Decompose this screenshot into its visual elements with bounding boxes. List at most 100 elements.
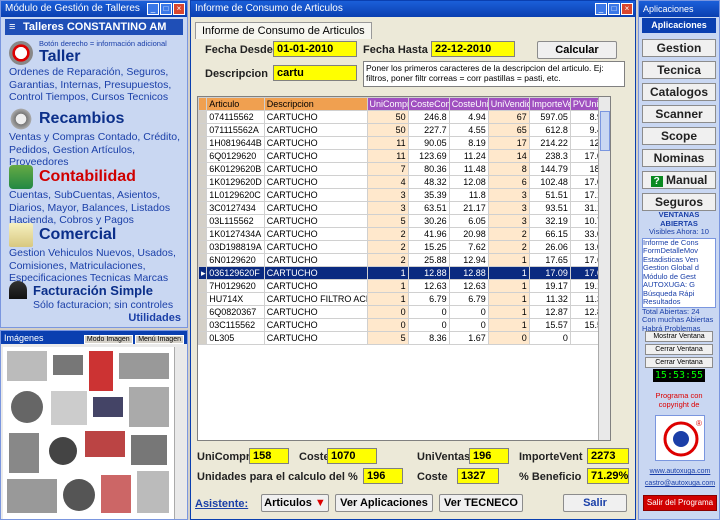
table-cell: 214.22: [528, 136, 571, 150]
table-row[interactable]: ▸ 036129620F CARTUCHO 1 12.88 12.88 1 17.09 17.0…: [198, 266, 610, 280]
section-title[interactable]: Contabilidad: [39, 168, 136, 186]
consumption-grid[interactable]: Articulo Descripcion UniCompras CosteCom…: [197, 96, 611, 441]
scope-button[interactable]: Scope: [642, 127, 716, 145]
applications-titlebar[interactable]: Aplicaciones: [639, 1, 719, 17]
row-indicator[interactable]: [198, 149, 208, 163]
minimize-icon[interactable]: _: [595, 3, 607, 15]
row-indicator[interactable]: [198, 162, 208, 176]
table-cell: 11.32: [528, 292, 571, 306]
row-indicator[interactable]: [198, 227, 208, 241]
column-header[interactable]: CosteUnid: [448, 97, 489, 111]
table-row[interactable]: 1K0129620D CARTUCHO 4 48.32 12.08 6 102.48 17.0…: [198, 175, 610, 189]
row-indicator[interactable]: [198, 279, 208, 293]
column-header[interactable]: CosteCompra: [407, 97, 450, 111]
cerrar-ventana-button-2[interactable]: Cerrar Ventana: [645, 357, 713, 368]
table-row[interactable]: 0L305CARTUCHO58.361.67000: [198, 331, 610, 345]
section-title[interactable]: Taller: [39, 48, 167, 66]
seguros-button[interactable]: Seguros: [642, 193, 716, 211]
section-title[interactable]: Comercial: [39, 226, 116, 244]
section-comercial[interactable]: Comercial Gestion Vehiculos Nuevos, Usad…: [9, 223, 181, 285]
table-row[interactable]: 7H0129620 CARTUCHO 1 12.63 12.63 1 19.17 19.17: [198, 279, 610, 293]
catalogos-button[interactable]: Catalogos: [642, 83, 716, 101]
salir-button[interactable]: Salir: [563, 494, 627, 512]
table-row[interactable]: HU714XCARTUCHO FILTRO ACEITE16.796.79111…: [198, 292, 610, 306]
row-indicator[interactable]: ▸: [198, 266, 208, 280]
row-indicator[interactable]: [198, 110, 208, 124]
close-icon[interactable]: ×: [173, 3, 185, 15]
row-indicator[interactable]: [198, 201, 208, 215]
minimize-icon[interactable]: _: [147, 3, 159, 15]
table-row[interactable]: 3C0127434 CARTUCHO 3 63.51 21.17 3 93.51 31.17: [198, 201, 610, 215]
row-indicator[interactable]: [198, 123, 208, 137]
nominas-button[interactable]: Nominas: [642, 149, 716, 167]
close-icon[interactable]: ×: [621, 3, 633, 15]
section-recambios[interactable]: Recambios Ventas y Compras Contado, Créd…: [9, 107, 181, 169]
ver-aplicaciones-button[interactable]: Ver Aplicaciones: [335, 494, 433, 512]
utilidades-link[interactable]: Utilidades: [9, 312, 181, 324]
row-indicator[interactable]: [198, 240, 208, 254]
table-row[interactable]: 071115562ACARTUCHO50227.74.5565612.89.43: [198, 123, 610, 137]
exit-program-button[interactable]: Salir del Programa: [643, 495, 717, 511]
report-window-title: Informe de Consumo de Articulos: [195, 3, 343, 14]
row-indicator[interactable]: [198, 318, 208, 332]
maximize-icon[interactable]: □: [160, 3, 172, 15]
email-link[interactable]: castro@autoxuga.com: [643, 478, 717, 490]
section-contabilidad[interactable]: Contabilidad Cuentas, SubCuentas, Asient…: [9, 165, 181, 227]
section-taller[interactable]: Botón derecho = información adicional Ta…: [9, 39, 181, 104]
section-title[interactable]: Facturación Simple: [33, 283, 153, 298]
table-row[interactable]: 03C115562 CARTUCHO 0 0 0 1 15.57 15.57: [198, 318, 610, 332]
column-header[interactable]: UniVendidas: [487, 97, 530, 111]
column-header[interactable]: Descripcion: [263, 97, 368, 111]
calcular-button[interactable]: Calcular: [537, 41, 617, 59]
table-row[interactable]: 1H0819644BCARTUCHO1190.058.1917214.2212.…: [198, 136, 610, 150]
column-header[interactable]: ImporteVent: [528, 97, 571, 111]
column-header[interactable]: Articulo: [206, 97, 265, 111]
asistente-label[interactable]: Asistente:: [195, 498, 248, 510]
table-row[interactable]: 6N0129620 CARTUCHO 2 25.88 12.94 1 17.65 17.65: [198, 253, 610, 267]
maximize-icon[interactable]: □: [608, 3, 620, 15]
section-facturacion[interactable]: Facturación Simple Sólo facturacion; sin…: [9, 281, 181, 324]
main-menu-titlebar[interactable]: Módulo de Gestión de Talleres _ □ ×: [1, 1, 187, 17]
image-menu-button[interactable]: Menú Imagen: [135, 334, 184, 344]
ver-tecneco-button[interactable]: Ver TECNECO: [439, 494, 523, 512]
images-scrollbar[interactable]: [174, 347, 186, 519]
scanner-button[interactable]: Scanner: [642, 105, 716, 123]
open-windows-list[interactable]: Informe de Cons FormDetalleMov Estadisti…: [642, 237, 716, 308]
manual-button[interactable]: ? Manual: [642, 171, 716, 189]
column-header[interactable]: UniCompras: [366, 97, 409, 111]
row-indicator[interactable]: [198, 175, 208, 189]
cerrar-ventana-button[interactable]: Cerrar Ventana: [645, 344, 713, 355]
table-row[interactable]: 6K0129620BCARTUCHO780.3611.488144.7918.1: [198, 162, 610, 176]
univentas-label: UniVentas: [417, 451, 471, 463]
table-row[interactable]: 6Q0129620 CARTUCHO 11 123.69 11.24 14 238.3 17.…: [198, 149, 610, 163]
grid-scrollbar[interactable]: [598, 97, 610, 440]
table-row[interactable]: 03L115562 CARTUCHO 5 30.26 6.05 3 32.19 10.73: [198, 214, 610, 228]
scroll-thumb[interactable]: [600, 111, 610, 151]
tab-informe[interactable]: Informe de Consumo de Articulos: [195, 22, 372, 39]
row-indicator[interactable]: [198, 292, 208, 306]
table-row[interactable]: 03D198819A CARTUCHO 2 15.25 7.62 2 26.06 13.03: [198, 240, 610, 254]
fecha-desde-input[interactable]: 01-01-2010: [273, 41, 357, 57]
row-indicator[interactable]: [198, 305, 208, 319]
fecha-hasta-input[interactable]: 22-12-2010: [431, 41, 515, 57]
mostrar-ventana-button[interactable]: Mostrar Ventana: [645, 331, 713, 342]
table-row[interactable]: 074115562CARTUCHO50246.84.9467597.058.91: [198, 110, 610, 124]
table-row[interactable]: 6Q0820367 CARTUCHO 0 0 0 1 12.87 12.87: [198, 305, 610, 319]
row-indicator[interactable]: [198, 214, 208, 228]
articulos-button[interactable]: Articulos ▼: [261, 494, 329, 512]
table-row[interactable]: 1L0129620C CARTUCHO 3 35.39 11.8 3 51.51 17.17: [198, 188, 610, 202]
window-list-item[interactable]: Resultados: [643, 297, 715, 307]
tecnica-button[interactable]: Tecnica: [642, 61, 716, 79]
descripcion-input[interactable]: cartu: [273, 65, 357, 81]
section-title[interactable]: Recambios: [39, 110, 124, 128]
report-titlebar[interactable]: Informe de Consumo de Articulos _ □ ×: [191, 1, 635, 17]
table-row[interactable]: 1K0127434A CARTUCHO 2 41.96 20.98 2 66.15 33.08: [198, 227, 610, 241]
image-mode-button[interactable]: Modo Imagen: [83, 334, 133, 344]
row-indicator[interactable]: [198, 188, 208, 202]
row-indicator[interactable]: [198, 136, 208, 150]
unidades-calc-value: 196: [363, 468, 403, 484]
website-link[interactable]: www.autoxuga.com: [643, 466, 717, 478]
row-indicator[interactable]: [198, 253, 208, 267]
gestion-button[interactable]: Gestion: [642, 39, 716, 57]
row-indicator[interactable]: [198, 331, 208, 345]
